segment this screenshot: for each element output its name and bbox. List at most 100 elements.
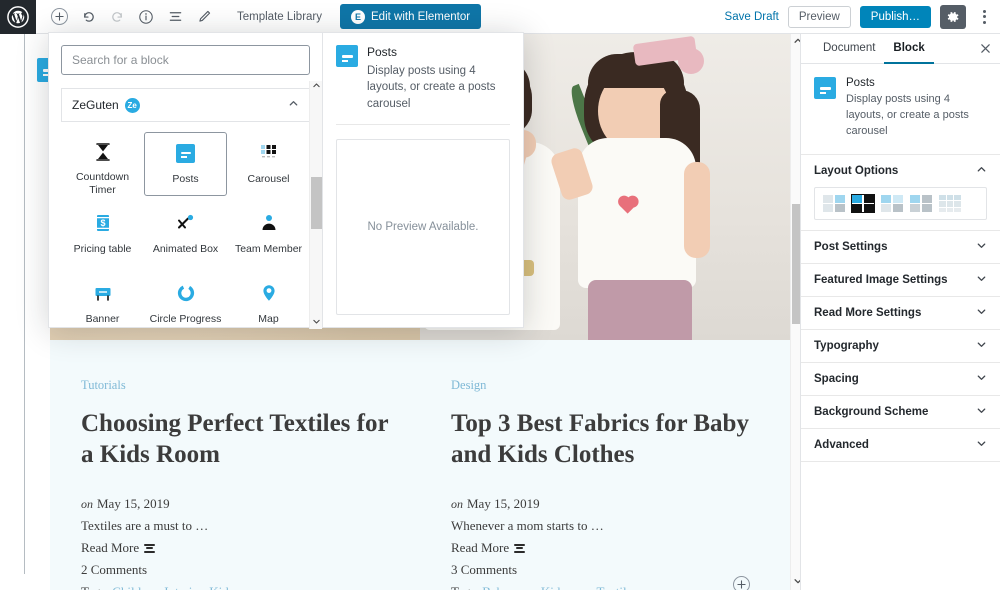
post-comments-count: 3 Comments [451,562,518,577]
edit-pencil-icon[interactable] [191,4,217,30]
search-input[interactable] [61,45,310,75]
animated-box-icon [175,212,197,234]
section-read-more-settings-header[interactable]: Read More Settings [814,297,987,329]
section-post-settings-header[interactable]: Post Settings [814,231,987,263]
section-background-scheme-header[interactable]: Background Scheme [814,396,987,428]
section-label: Spacing [814,372,859,385]
block-list-grid: Countdown Timer Posts Carousel $ Pricing… [61,132,310,336]
read-more-arrow-icon [144,543,156,553]
post-category-link[interactable]: Design [451,378,759,393]
section-featured-image-settings-header[interactable]: Featured Image Settings [814,264,987,296]
read-more-arrow-icon [514,543,526,553]
post-excerpt: Whenever a mom starts to … [451,518,604,533]
chevron-down-icon[interactable] [976,306,987,320]
post-comments-count: 2 Comments [81,562,148,577]
block-item-posts[interactable]: Posts [144,132,227,196]
save-draft-button[interactable]: Save Draft [725,11,779,23]
post-tag-link[interactable]: Babywear [482,584,534,590]
post-card: Tutorials Choosing Perfect Textiles for … [50,340,420,590]
chevron-down-icon[interactable] [976,273,987,287]
post-category-link[interactable]: Tutorials [81,378,389,393]
tab-block[interactable]: Block [884,34,934,64]
read-more-link[interactable]: Read More [451,540,759,556]
chevron-down-icon[interactable] [976,339,987,353]
post-tags: Tags: Babywear, Kidswear, Textiles [451,584,759,590]
section-spacing-header[interactable]: Spacing [814,363,987,395]
post-tag-link[interactable]: Interior [164,584,202,590]
block-item-banner[interactable]: Banner [61,272,144,336]
layout-option-1[interactable] [823,194,845,212]
undo-icon[interactable] [75,4,101,30]
elementor-badge-icon: E [351,9,366,24]
section-advanced-header[interactable]: Advanced [814,429,987,461]
read-more-link[interactable]: Read More [81,540,389,556]
post-date: on May 15, 2019 [81,496,389,512]
post-date-prefix: on [81,497,93,511]
post-tag-link[interactable]: Textiles [596,584,637,590]
publish-button[interactable]: Publish… [859,5,931,28]
block-label: Carousel [247,173,290,185]
post-excerpt: Textiles are a must to … [81,518,209,533]
redo-icon[interactable] [104,4,130,30]
post-title[interactable]: Top 3 Best Fabrics for Baby and Kids Clo… [451,409,759,470]
layout-option-2-selected[interactable] [851,193,875,213]
tab-document[interactable]: Document [814,34,884,64]
inserter-preview-title: Posts [367,45,398,59]
block-category-zeguten[interactable]: ZeGuten Ze [61,88,310,122]
no-preview-text: No Preview Available. [367,220,479,233]
section-label: Post Settings [814,240,888,253]
block-item-team-member[interactable]: Team Member [227,202,310,266]
block-item-pricing-table[interactable]: $ Pricing table [61,202,144,266]
section-post-settings: Post Settings [801,231,1000,264]
circle-progress-icon [175,282,197,304]
block-item-circle-progress[interactable]: Circle Progress [144,272,227,336]
edit-with-elementor-button[interactable]: E Edit with Elementor [340,4,482,29]
block-label: Animated Box [152,243,219,255]
section-layout-options-header[interactable]: Layout Options [814,155,987,187]
scroll-down-icon[interactable] [312,317,321,329]
inserter-left-pane: ZeGuten Ze Countdown Timer [49,33,323,329]
toolbar-icon-group [46,4,217,30]
block-item-countdown-timer[interactable]: Countdown Timer [61,132,144,196]
preview-button[interactable]: Preview [787,5,851,28]
chevron-down-icon[interactable] [976,405,987,419]
close-icon[interactable] [970,34,1000,63]
carousel-grid-icon [258,142,280,164]
layout-option-3[interactable] [881,194,903,212]
chevron-up-icon[interactable] [288,96,299,114]
chevron-up-icon[interactable] [976,164,987,178]
layout-option-5-carousel[interactable] [939,194,961,212]
section-layout-options-body [814,186,987,230]
block-label: Team Member [234,243,303,255]
chevron-down-icon[interactable] [976,438,987,452]
post-title[interactable]: Choosing Perfect Textiles for a Kids Roo… [81,409,389,470]
block-navigation-icon[interactable] [162,4,188,30]
chevron-down-icon[interactable] [976,372,987,386]
inserter-scrollbar[interactable] [309,81,322,329]
inserter-scroll-thumb[interactable] [311,177,322,229]
post-tag-link[interactable]: Children [112,584,158,590]
template-library-button[interactable]: Template Library [237,11,322,23]
block-item-animated-box[interactable]: Animated Box [144,202,227,266]
chevron-down-icon[interactable] [976,240,987,254]
layout-option-4[interactable] [910,194,932,212]
block-item-carousel[interactable]: Carousel [227,132,310,196]
posts-icon [336,45,358,67]
post-tag-link[interactable]: Kids [209,584,234,590]
content-info-icon[interactable] [133,4,159,30]
zeguten-badge-icon: Ze [124,97,140,113]
block-item-map[interactable]: Map [227,272,310,336]
scroll-up-icon[interactable] [312,81,321,93]
layout-thumbnail-list [814,186,987,220]
banner-icon [92,282,114,304]
pricing-dollar-icon: $ [92,212,114,234]
wordpress-logo-icon[interactable] [0,0,36,34]
gear-icon[interactable] [940,4,966,29]
section-typography-header[interactable]: Typography [814,330,987,362]
section-label: Advanced [814,438,869,451]
post-tag-link[interactable]: Kidswear [541,584,590,590]
add-block-icon[interactable] [46,4,72,30]
kebab-menu-icon[interactable] [975,5,993,29]
block-label: Posts [172,173,199,185]
add-block-circle-icon[interactable] [733,576,750,590]
